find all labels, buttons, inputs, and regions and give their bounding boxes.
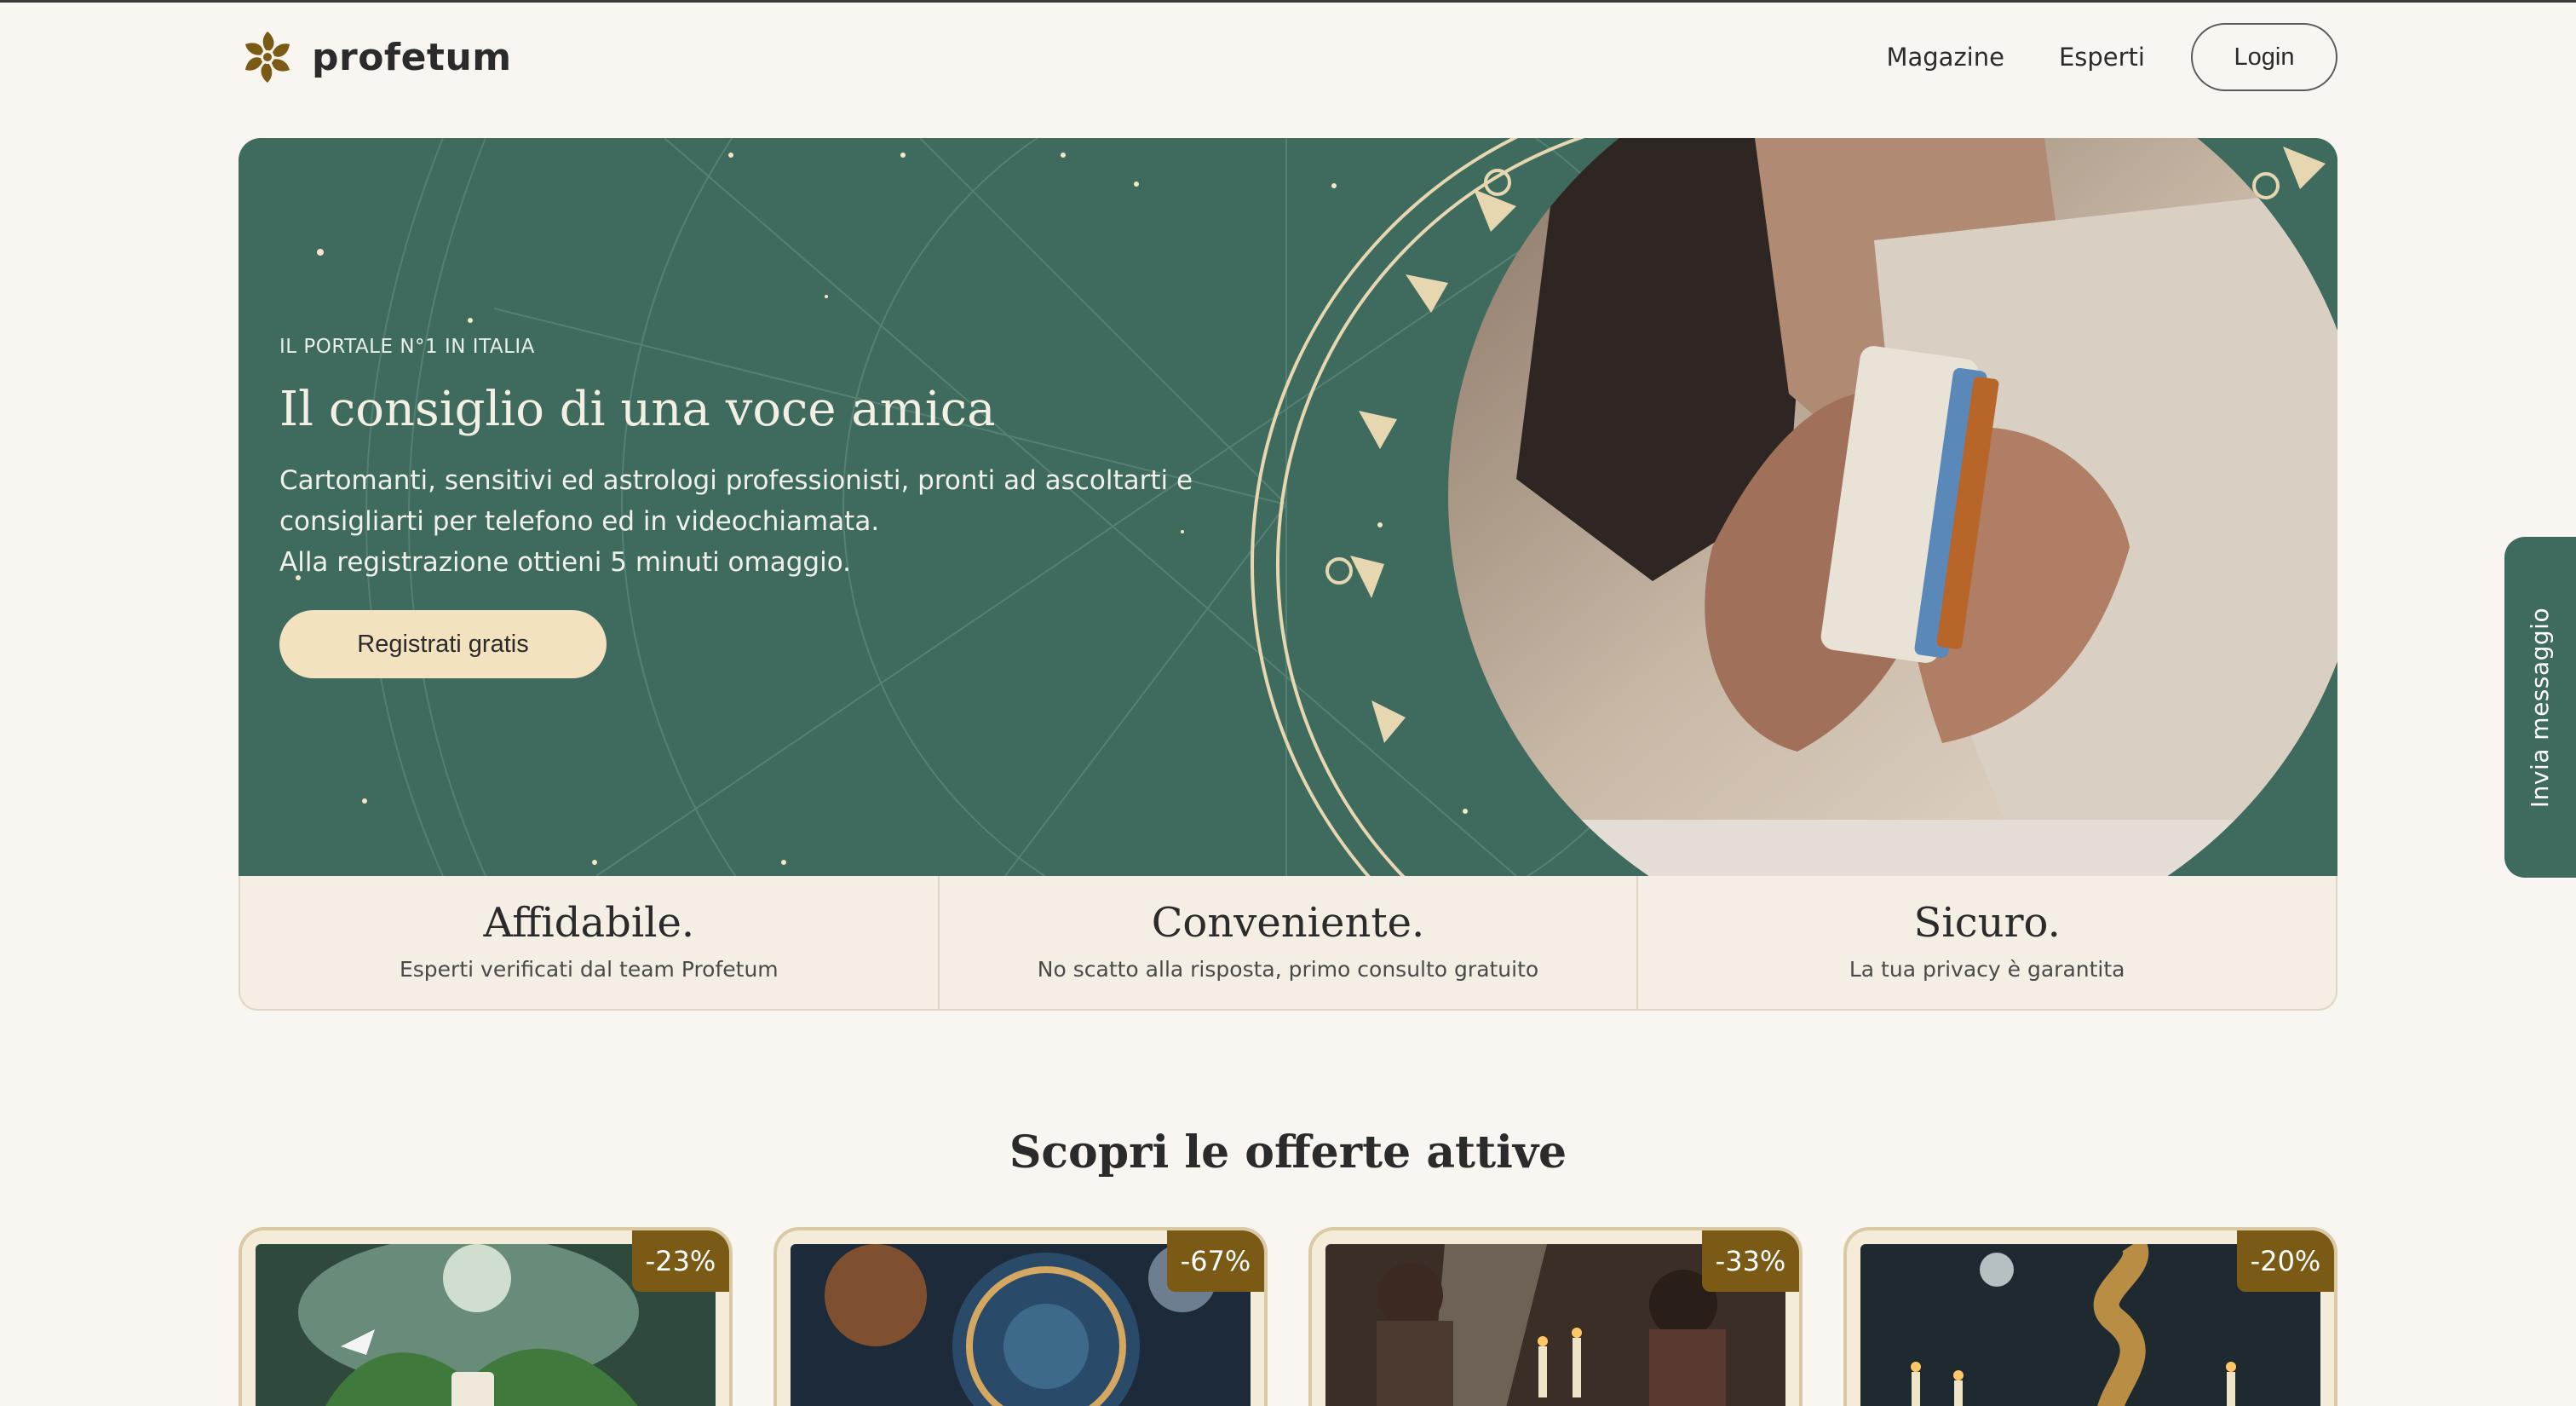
- discount-badge: -20%: [2237, 1230, 2334, 1292]
- hero-description-line: Cartomanti, sensitivi ed astrologi profe…: [279, 465, 1193, 496]
- feature-title: Sicuro.: [1913, 898, 2061, 947]
- discount-badge: -33%: [1702, 1230, 1799, 1292]
- discount-badge: -23%: [632, 1230, 729, 1292]
- offers-section-title: Scopri le offerte attive: [1009, 1127, 1567, 1178]
- feature-subtitle: La tua privacy è garantita: [1849, 956, 2125, 982]
- hero-description: Cartomanti, sensitivi ed astrologi profe…: [279, 460, 1302, 583]
- feature-affidabile: Affidabile. Esperti verificati dal team …: [240, 876, 940, 1009]
- logo[interactable]: profetum: [237, 23, 512, 91]
- nav-item-magazine[interactable]: Magazine: [1886, 43, 2004, 72]
- site-header: profetum Magazine Esperti Login: [0, 3, 2576, 112]
- offer-card[interactable]: -23%: [239, 1227, 733, 1406]
- feature-title: Affidabile.: [483, 898, 695, 947]
- feature-sicuro: Sicuro. La tua privacy è garantita: [1638, 876, 2336, 1009]
- feature-subtitle: Esperti verificati dal team Profetum: [399, 956, 779, 982]
- hero-banner: IL PORTALE N°1 IN ITALIA Il consiglio di…: [239, 138, 2337, 876]
- register-free-button[interactable]: Registrati gratis: [279, 610, 607, 678]
- login-button[interactable]: Login: [2191, 23, 2337, 91]
- tarot-cards-hands-photo: [1448, 138, 2337, 876]
- send-message-label: Invia messaggio: [2526, 607, 2555, 808]
- discount-badge: -67%: [1167, 1230, 1264, 1292]
- hero-title: Il consiglio di una voce amica: [279, 382, 996, 437]
- hero-eyebrow: IL PORTALE N°1 IN ITALIA: [279, 336, 535, 358]
- hero-description-line: consigliarti per telefono ed in videochi…: [279, 506, 880, 537]
- feature-conveniente: Conveniente. No scatto alla risposta, pr…: [940, 876, 1639, 1009]
- logo-icon: [245, 32, 290, 83]
- logo-text: profetum: [312, 35, 512, 79]
- features-strip: Affidabile. Esperti verificati dal team …: [239, 876, 2337, 1011]
- offer-card[interactable]: -33%: [1308, 1227, 1803, 1406]
- offer-card[interactable]: -20%: [1843, 1227, 2337, 1406]
- nav-item-esperti[interactable]: Esperti: [2059, 43, 2145, 72]
- main-nav: Magazine Esperti Login: [1886, 23, 2337, 91]
- offer-card[interactable]: -67%: [773, 1227, 1268, 1406]
- offers-list: -23% -67% -33% -20%: [239, 1227, 2337, 1406]
- feature-title: Conveniente.: [1151, 898, 1425, 947]
- hero-description-line: Alla registrazione ottieni 5 minuti omag…: [279, 547, 851, 578]
- feature-subtitle: No scatto alla risposta, primo consulto …: [1037, 956, 1539, 982]
- send-message-tab[interactable]: Invia messaggio: [2504, 537, 2576, 878]
